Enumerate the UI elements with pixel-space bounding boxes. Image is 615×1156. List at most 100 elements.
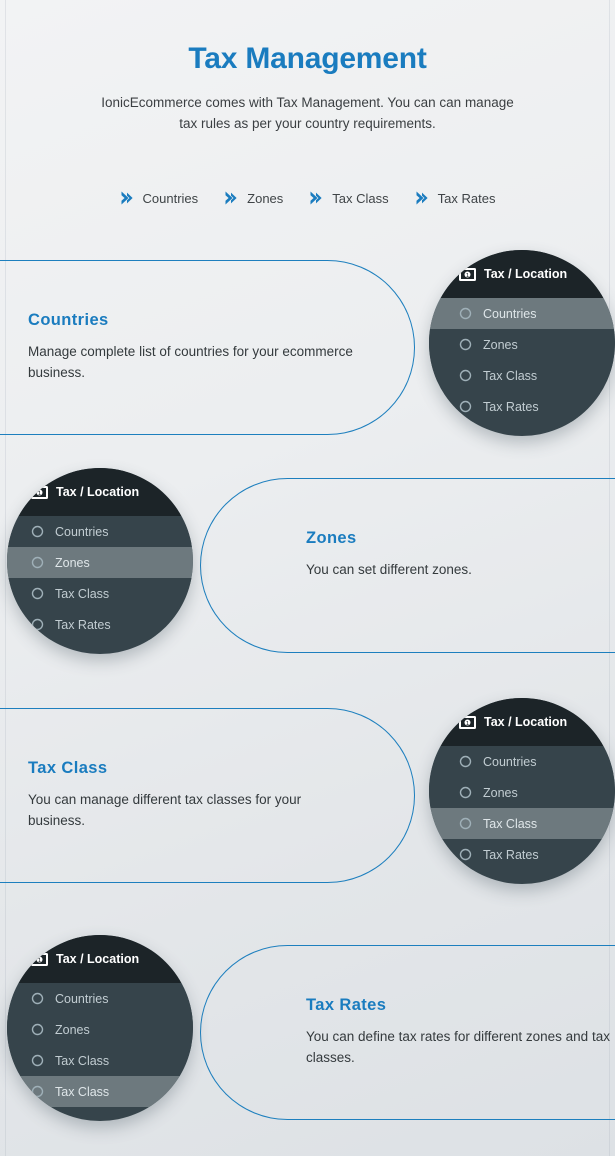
radio-circle-icon bbox=[31, 525, 44, 538]
money-note-icon: 1 bbox=[459, 715, 476, 729]
menu-item-tax-class[interactable]: Tax Class bbox=[429, 808, 615, 839]
feature-card-text: You can manage different tax classes for… bbox=[28, 792, 302, 828]
chevron-right-icon bbox=[120, 190, 134, 206]
menu-item-countries[interactable]: Countries bbox=[429, 298, 615, 329]
menu-item-label: Countries bbox=[55, 991, 109, 1006]
money-note-icon: 1 bbox=[31, 485, 48, 499]
menu-item-label: Tax Class bbox=[55, 1084, 110, 1099]
radio-circle-icon bbox=[459, 400, 472, 413]
menu-item-label: Tax Class bbox=[483, 816, 538, 831]
menu-item-countries[interactable]: Countries bbox=[7, 516, 193, 547]
page-title: Tax Management bbox=[188, 42, 427, 75]
menu-item-label: Countries bbox=[483, 754, 537, 769]
feature-card-body: Zones You can set different zones. bbox=[306, 529, 615, 581]
feature-card-tax-rates: Tax Rates You can define tax rates for di… bbox=[200, 945, 615, 1120]
feature-chip-tax-class[interactable]: Tax Class bbox=[309, 190, 389, 206]
radio-circle-icon bbox=[31, 618, 44, 631]
menu-header-label: Tax / Location bbox=[56, 952, 140, 966]
feature-chip-label: Tax Rates bbox=[437, 190, 496, 206]
svg-text:1: 1 bbox=[466, 721, 470, 727]
menu-item-label: Zones bbox=[483, 337, 518, 352]
feature-chip-tax-rates[interactable]: Tax Rates bbox=[415, 190, 496, 206]
radio-circle-icon bbox=[459, 755, 472, 768]
menu-item-label: Tax Rates bbox=[483, 847, 539, 862]
tax-location-menu-circle: 1 Tax / Location Countries Zones Tax Class Ta… bbox=[7, 935, 193, 1121]
menu-item-label: Tax Class bbox=[55, 586, 110, 601]
menu-header-label: Tax / Location bbox=[484, 267, 568, 281]
menu-item-tax-class[interactable]: Tax Class bbox=[7, 1045, 193, 1076]
menu-item-label: Zones bbox=[55, 555, 90, 570]
menu-item-label: Tax Class bbox=[55, 1053, 110, 1068]
radio-circle-icon bbox=[31, 992, 44, 1005]
feature-chip-label: Zones bbox=[247, 190, 284, 206]
feature-card-countries: Countries Manage complete list of countri… bbox=[0, 260, 415, 435]
feature-card-text: You can define tax rates for different z… bbox=[306, 1029, 610, 1065]
feature-chip-bar: Countries Zones Tax Class Tax Rates bbox=[0, 190, 615, 206]
section-tax-rates: Tax Rates You can define tax rates for di… bbox=[0, 935, 615, 1130]
svg-text:1: 1 bbox=[38, 958, 42, 964]
radio-circle-icon bbox=[31, 1023, 44, 1036]
feature-card-body: Tax Rates You can define tax rates for di… bbox=[306, 996, 615, 1068]
menu-item-zones[interactable]: Zones bbox=[7, 1014, 193, 1045]
menu-item-label: Zones bbox=[55, 1022, 90, 1037]
menu-item-label: Tax Rates bbox=[483, 399, 539, 414]
tax-location-menu-circle: 1 Tax / Location Countries Zones Tax Class Ta… bbox=[7, 468, 193, 654]
radio-circle-icon bbox=[459, 848, 472, 861]
menu-item-tax-class[interactable]: Tax Class bbox=[429, 360, 615, 391]
menu-item-tax-rates[interactable]: Tax Rates bbox=[429, 391, 615, 422]
menu-item-tax-rates[interactable]: Tax Rates bbox=[429, 839, 615, 870]
menu-header: 1 Tax / Location bbox=[7, 935, 193, 983]
feature-card-body: Tax Class You can manage different tax cl… bbox=[28, 759, 358, 831]
svg-text:1: 1 bbox=[38, 491, 42, 497]
menu-item-zones[interactable]: Zones bbox=[7, 547, 193, 578]
radio-circle-icon bbox=[459, 369, 472, 382]
menu-item-label: Zones bbox=[483, 785, 518, 800]
menu-item-zones[interactable]: Zones bbox=[429, 777, 615, 808]
money-note-icon: 1 bbox=[31, 952, 48, 966]
menu-item-countries[interactable]: Countries bbox=[429, 746, 615, 777]
menu-item-tax-rates[interactable]: Tax Rates bbox=[7, 609, 193, 640]
feature-card-title: Zones bbox=[306, 529, 357, 547]
menu-item-label: Countries bbox=[483, 306, 537, 321]
money-note-icon: 1 bbox=[459, 267, 476, 281]
svg-text:1: 1 bbox=[466, 273, 470, 279]
feature-card-body: Countries Manage complete list of countri… bbox=[28, 311, 358, 383]
feature-card-zones: Zones You can set different zones. bbox=[200, 478, 615, 653]
feature-chip-countries[interactable]: Countries bbox=[120, 190, 199, 206]
menu-header-label: Tax / Location bbox=[56, 485, 140, 499]
chevron-right-icon bbox=[309, 190, 323, 206]
feature-card-title: Countries bbox=[28, 311, 109, 329]
radio-circle-icon bbox=[31, 587, 44, 600]
radio-circle-icon bbox=[459, 817, 472, 830]
menu-item-countries[interactable]: Countries bbox=[7, 983, 193, 1014]
section-zones: Zones You can set different zones. 1 Tax / … bbox=[0, 468, 615, 663]
section-countries: Countries Manage complete list of countri… bbox=[0, 250, 615, 445]
radio-circle-icon bbox=[459, 786, 472, 799]
feature-card-title: Tax Class bbox=[28, 759, 108, 777]
menu-header-label: Tax / Location bbox=[484, 715, 568, 729]
feature-card-tax-class: Tax Class You can manage different tax cl… bbox=[0, 708, 415, 883]
radio-circle-icon bbox=[459, 338, 472, 351]
tax-location-menu-circle: 1 Tax / Location Countries Zones Tax Class Ta… bbox=[429, 250, 615, 436]
feature-chip-label: Countries bbox=[142, 190, 199, 206]
feature-card-title: Tax Rates bbox=[306, 996, 387, 1014]
feature-chip-label: Tax Class bbox=[332, 190, 389, 206]
radio-circle-icon bbox=[31, 1054, 44, 1067]
menu-header: 1 Tax / Location bbox=[7, 468, 193, 516]
menu-item-label: Tax Class bbox=[483, 368, 538, 383]
menu-item-label: Countries bbox=[55, 524, 109, 539]
menu-header: 1 Tax / Location bbox=[429, 250, 615, 298]
tax-location-menu-circle: 1 Tax / Location Countries Zones Tax Class Ta… bbox=[429, 698, 615, 884]
menu-item-zones[interactable]: Zones bbox=[429, 329, 615, 360]
menu-header: 1 Tax / Location bbox=[429, 698, 615, 746]
radio-circle-icon bbox=[31, 556, 44, 569]
chevron-right-icon bbox=[415, 190, 429, 206]
menu-item-label: Tax Rates bbox=[55, 617, 111, 632]
menu-item-tax-class[interactable]: Tax Class bbox=[7, 1076, 193, 1107]
radio-circle-icon bbox=[459, 307, 472, 320]
page-subtitle: IonicEcommerce comes with Tax Management… bbox=[101, 95, 514, 131]
feature-card-text: You can set different zones. bbox=[306, 562, 472, 577]
chevron-right-icon bbox=[224, 190, 238, 206]
menu-item-tax-class[interactable]: Tax Class bbox=[7, 578, 193, 609]
feature-chip-zones[interactable]: Zones bbox=[224, 190, 283, 206]
